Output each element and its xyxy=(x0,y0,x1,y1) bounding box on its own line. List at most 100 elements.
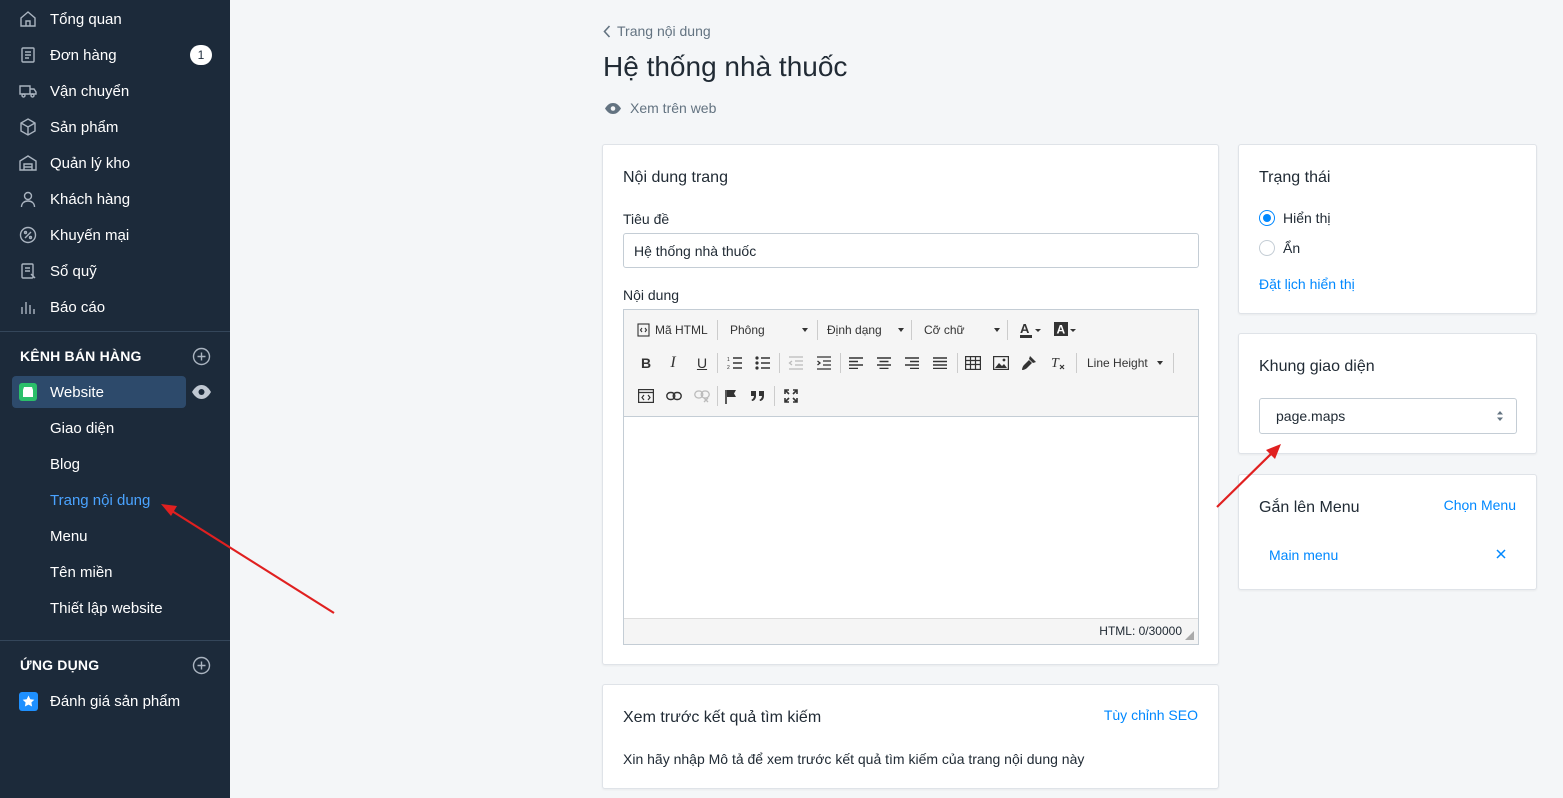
nav-item-promotions[interactable]: Khuyến mại xyxy=(0,217,230,253)
highlight-color-icon: A xyxy=(1054,322,1076,337)
nav-item-customers[interactable]: Khách hàng xyxy=(0,181,230,217)
view-on-web-link[interactable]: Xem trên web xyxy=(604,100,716,116)
italic-button[interactable]: I xyxy=(663,353,683,373)
highlight-color-button[interactable]: A xyxy=(1051,320,1081,340)
toolbar-separator xyxy=(717,386,718,406)
indent-button[interactable] xyxy=(814,353,834,373)
sub-item-menu[interactable]: Menu xyxy=(50,528,88,545)
nav-item-shipping[interactable]: Vận chuyển xyxy=(0,73,230,109)
resize-handle-icon[interactable] xyxy=(1185,631,1194,640)
toolbar-separator xyxy=(1007,320,1008,340)
nav-item-reports[interactable]: Báo cáo xyxy=(0,289,230,325)
font-dropdown[interactable]: Phông xyxy=(730,319,810,341)
editor-body[interactable] xyxy=(624,417,1198,618)
bold-icon: B xyxy=(640,355,652,371)
code-view-button[interactable] xyxy=(636,386,656,406)
add-channel-icon[interactable] xyxy=(192,347,211,366)
image-icon xyxy=(993,356,1009,370)
eye-icon[interactable] xyxy=(191,384,212,400)
indent-icon xyxy=(817,356,831,370)
close-icon[interactable] xyxy=(1496,549,1506,559)
bullet-list-button[interactable] xyxy=(753,353,773,373)
line-height-dropdown[interactable]: Line Height xyxy=(1087,352,1163,374)
font-size-dropdown[interactable]: Cỡ chữ xyxy=(924,319,1000,341)
bold-button[interactable]: B xyxy=(636,353,656,373)
warehouse-icon xyxy=(19,155,37,171)
align-left-button[interactable] xyxy=(846,353,866,373)
align-center-button[interactable] xyxy=(874,353,894,373)
sub-item-blog[interactable]: Blog xyxy=(50,456,80,473)
title-input[interactable]: Hệ thống nhà thuốc xyxy=(623,233,1199,268)
customize-seo-link[interactable]: Tùy chỉnh SEO xyxy=(1104,707,1198,723)
visible-radio[interactable] xyxy=(1259,210,1275,226)
breadcrumb-link[interactable]: Trang nội dung xyxy=(617,23,711,39)
website-label[interactable]: Website xyxy=(50,384,104,401)
sub-item-pages[interactable]: Trang nội dung xyxy=(50,492,150,509)
add-app-icon[interactable] xyxy=(192,656,211,675)
image-button[interactable] xyxy=(991,353,1011,373)
template-select[interactable]: page.maps xyxy=(1259,398,1517,434)
align-justify-button[interactable] xyxy=(930,353,950,373)
table-icon xyxy=(965,356,981,370)
star-icon xyxy=(19,692,38,711)
line-height-label: Line Height xyxy=(1087,356,1148,370)
nav-label: Báo cáo xyxy=(50,298,106,316)
store-icon xyxy=(19,383,37,401)
html-source-button[interactable]: Mã HTML xyxy=(637,319,708,341)
sub-item-domains[interactable]: Tên miền xyxy=(50,564,113,581)
seo-hint-text: Xin hãy nhập Mô tả để xem trước kết quả … xyxy=(623,751,1085,767)
sidebar: Tổng quan Đơn hàng 1 Vận chuyển Sản phẩm… xyxy=(0,0,230,798)
editor-toolbar: Mã HTML Phông Định dạng Cỡ chữ A A B I U… xyxy=(624,310,1198,417)
format-dropdown-label: Định dạng xyxy=(827,323,882,337)
nav-item-cashbook[interactable]: Sổ quỹ xyxy=(0,253,230,289)
brush-icon xyxy=(1022,356,1036,370)
hidden-radio[interactable] xyxy=(1259,240,1275,256)
text-color-button[interactable]: A xyxy=(1016,320,1046,340)
italic-icon: I xyxy=(670,354,676,371)
align-right-icon xyxy=(905,357,919,369)
sub-item-themes[interactable]: Giao diện xyxy=(50,420,114,437)
link-button[interactable] xyxy=(664,386,684,406)
ordered-list-button[interactable]: 12 xyxy=(725,353,745,373)
nav-item-overview[interactable]: Tổng quan xyxy=(0,1,230,37)
assigned-menu-item[interactable]: Main menu xyxy=(1269,547,1338,563)
rich-text-editor: Mã HTML Phông Định dạng Cỡ chữ A A B I U… xyxy=(623,309,1199,645)
menu-assign-card: Gắn lên Menu Chọn Menu Main menu xyxy=(1238,474,1537,590)
nav-item-orders[interactable]: Đơn hàng 1 xyxy=(0,37,230,73)
schedule-visibility-link[interactable]: Đặt lịch hiển thị xyxy=(1259,276,1355,292)
card-heading: Xem trước kết quả tìm kiếm xyxy=(623,709,822,726)
table-button[interactable] xyxy=(963,353,983,373)
hidden-radio-label[interactable]: Ẩn xyxy=(1283,240,1300,256)
eye-icon xyxy=(605,102,621,114)
align-left-icon xyxy=(849,357,863,369)
home-icon xyxy=(20,11,36,27)
template-card: Khung giao diện page.maps xyxy=(1238,333,1537,454)
nav-label: Khuyến mại xyxy=(50,226,130,244)
nav-label: Tổng quan xyxy=(50,10,122,28)
fullscreen-button[interactable] xyxy=(781,386,801,406)
anchor-button[interactable] xyxy=(721,386,741,406)
template-select-value: page.maps xyxy=(1276,408,1346,424)
align-right-button[interactable] xyxy=(902,353,922,373)
format-painter-button[interactable] xyxy=(1019,353,1039,373)
nav-label: Quản lý kho xyxy=(50,154,131,172)
unlink-button[interactable] xyxy=(692,386,712,406)
underline-button[interactable]: U xyxy=(692,353,712,373)
nav-item-inventory[interactable]: Quản lý kho xyxy=(0,145,230,181)
nav-label: Vận chuyển xyxy=(50,82,130,100)
sidebar-divider xyxy=(0,640,230,641)
nav-item-products[interactable]: Sản phẩm xyxy=(0,109,230,145)
sub-item-website-settings[interactable]: Thiết lập website xyxy=(50,600,163,617)
choose-menu-link[interactable]: Chọn Menu xyxy=(1444,497,1516,513)
apps-heading: ỨNG DỤNG xyxy=(20,657,100,673)
chevron-down-icon xyxy=(1157,361,1163,365)
app-item-reviews[interactable]: Đánh giá sản phẩm xyxy=(50,693,180,710)
outdent-button[interactable] xyxy=(786,353,806,373)
format-dropdown[interactable]: Định dạng xyxy=(827,319,904,341)
fullscreen-icon xyxy=(784,389,798,403)
visible-radio-label[interactable]: Hiển thị xyxy=(1283,210,1330,226)
blockquote-button[interactable] xyxy=(748,386,768,406)
view-on-web-label[interactable]: Xem trên web xyxy=(630,100,716,116)
clear-format-button[interactable]: T xyxy=(1048,353,1068,373)
breadcrumb[interactable]: Trang nội dung xyxy=(603,23,711,39)
